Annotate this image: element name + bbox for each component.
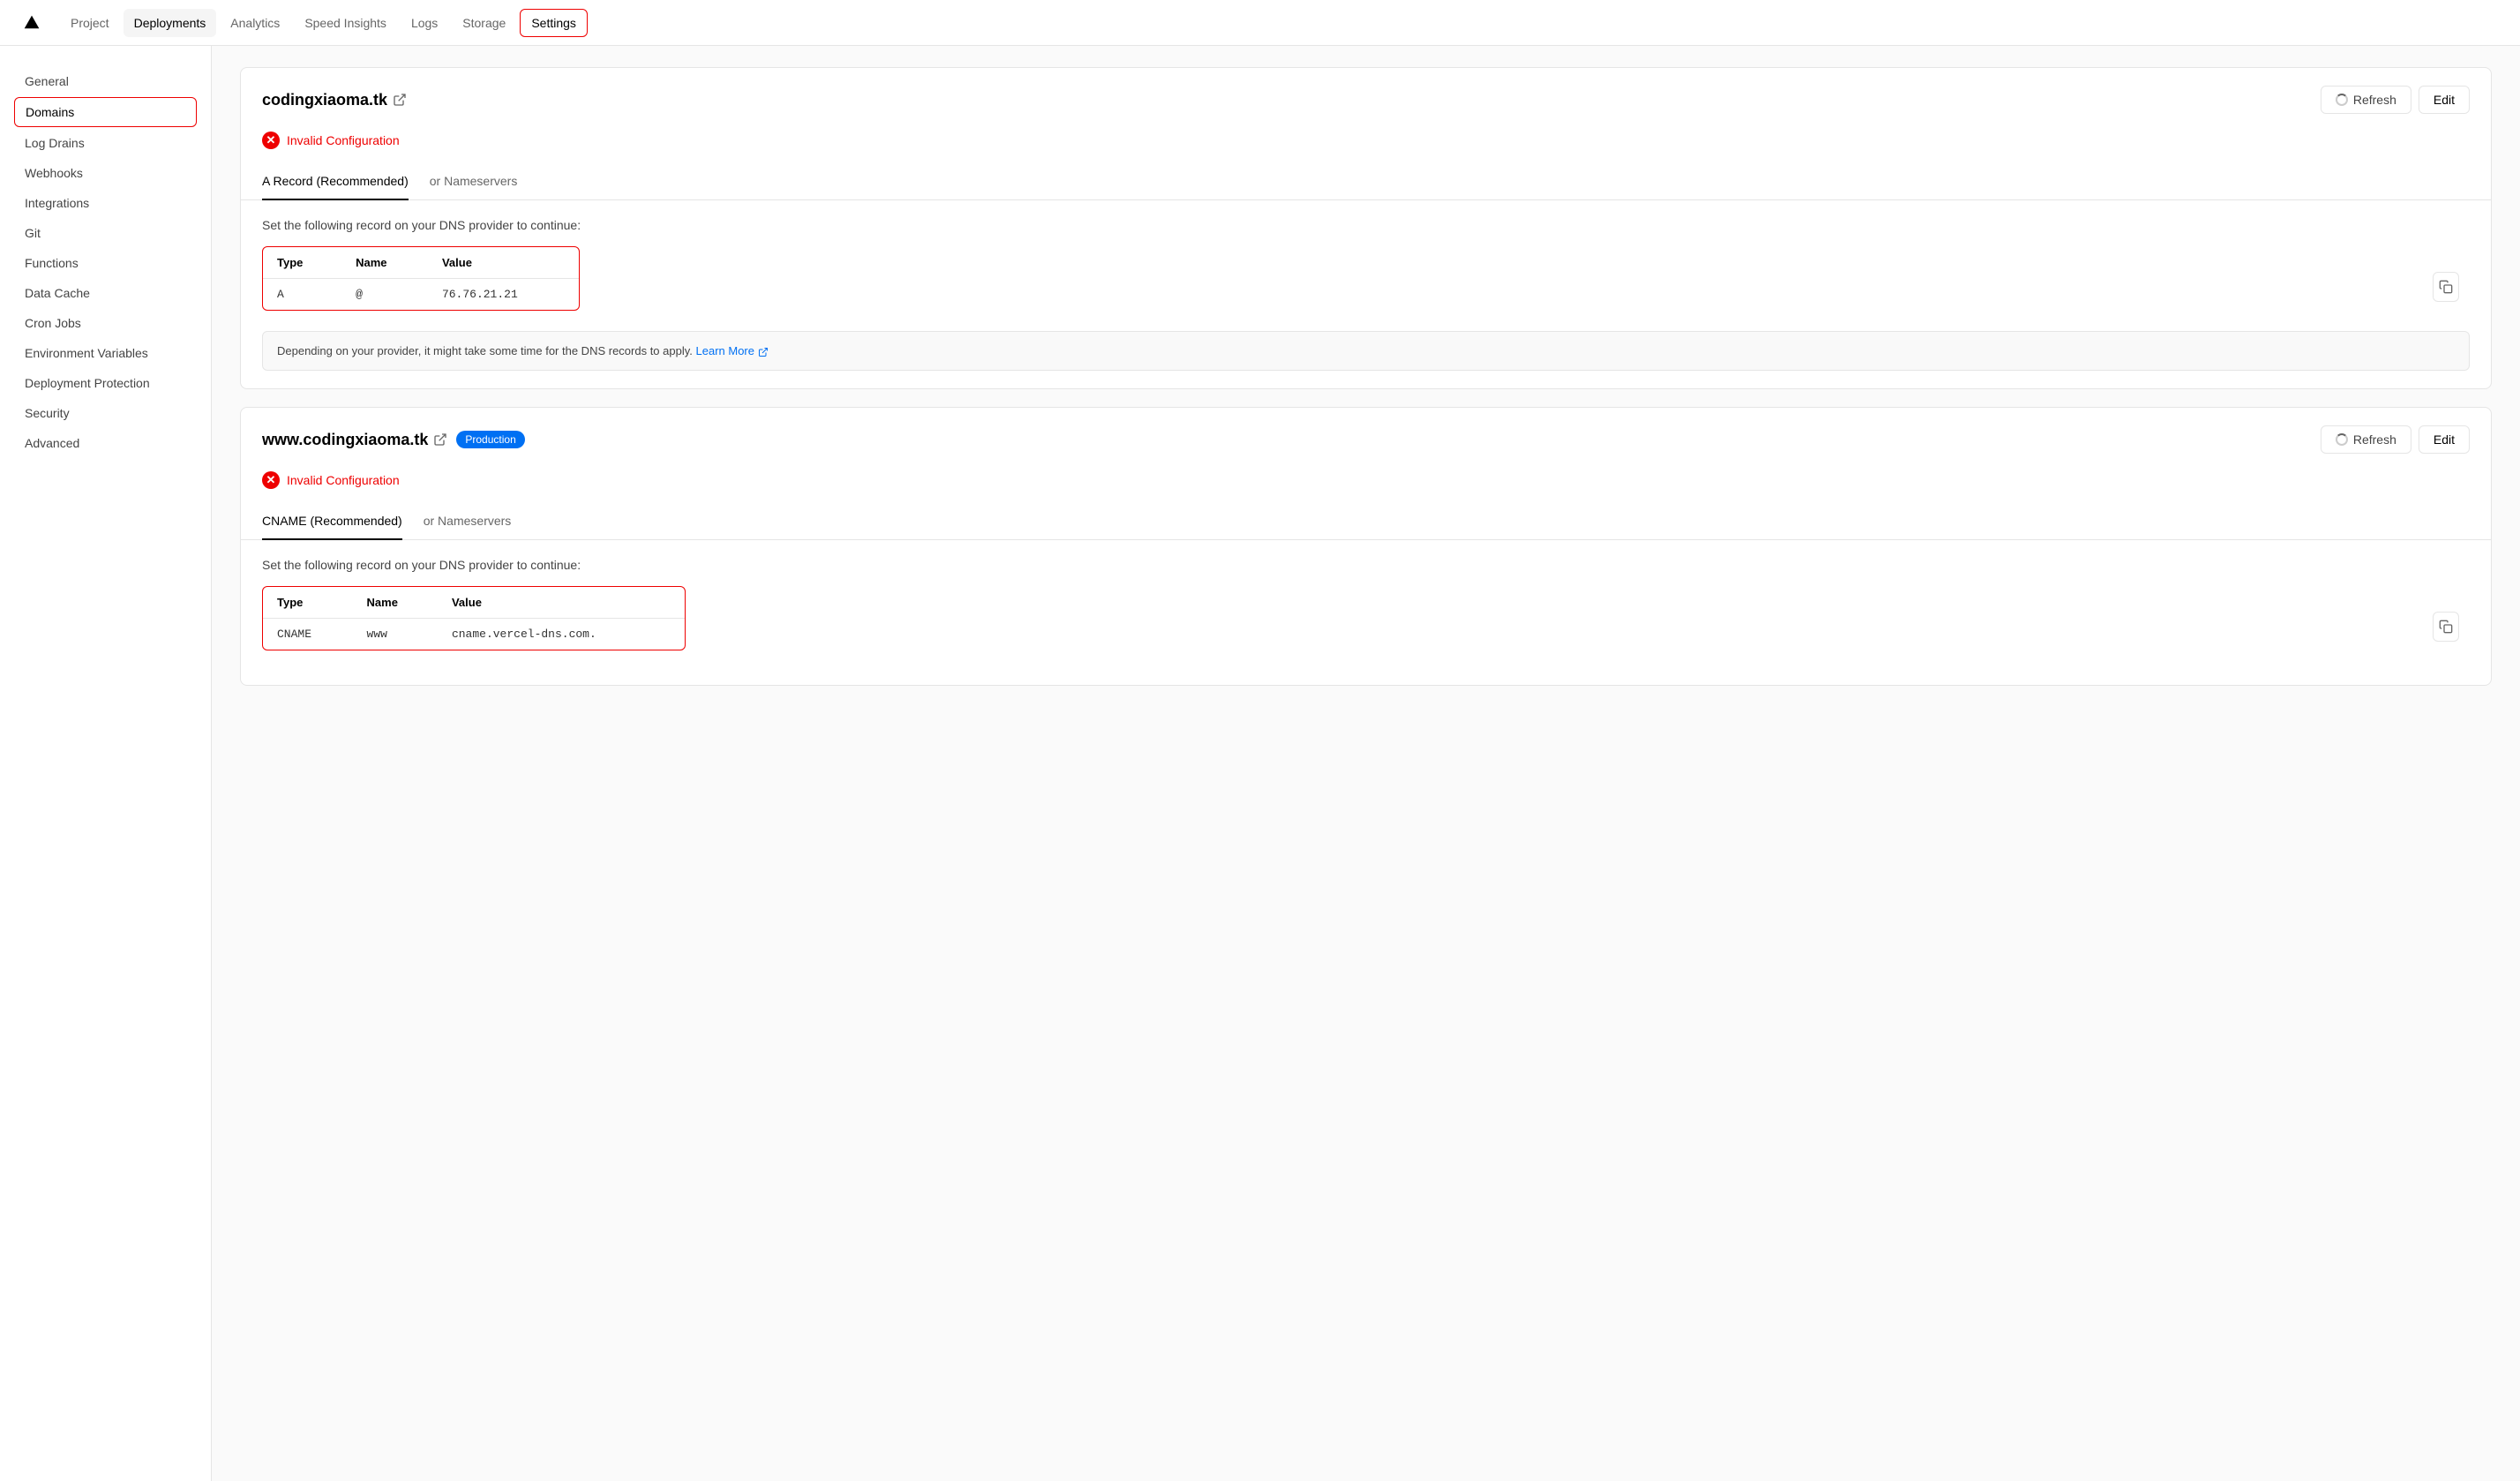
dns-table-2: Type Name Value CNAME www cname.vercel-d… bbox=[263, 587, 685, 650]
domain-card-2: www.codingxiaoma.tk Production Refresh bbox=[240, 407, 2492, 686]
domain-2-dns-content: Set the following record on your DNS pro… bbox=[241, 540, 2491, 685]
refresh-label-1: Refresh bbox=[2353, 93, 2396, 107]
col-name-2: Name bbox=[353, 587, 438, 619]
dns-row-2-1: CNAME www cname.vercel-dns.com. bbox=[263, 619, 685, 650]
dns-cell-type-1-1: A bbox=[263, 279, 341, 311]
sidebar-item-general[interactable]: General bbox=[14, 67, 197, 95]
col-type-2: Type bbox=[263, 587, 353, 619]
domain-2-title: www.codingxiaoma.tk Production bbox=[262, 431, 525, 449]
nav-item-speed-insights[interactable]: Speed Insights bbox=[294, 9, 397, 37]
nav-item-project[interactable]: Project bbox=[60, 9, 120, 37]
nav-item-logs[interactable]: Logs bbox=[401, 9, 448, 37]
domain-1-tabs: A Record (Recommended) or Nameservers bbox=[241, 163, 2491, 200]
page-layout: General Domains Log Drains Webhooks Inte… bbox=[0, 46, 2520, 1481]
copy-icon-2 bbox=[2439, 620, 2453, 634]
nav-item-deployments[interactable]: Deployments bbox=[124, 9, 217, 37]
production-badge: Production bbox=[456, 431, 524, 448]
copy-button-1[interactable] bbox=[2433, 272, 2459, 302]
domain-card-2-header: www.codingxiaoma.tk Production Refresh bbox=[241, 408, 2491, 468]
domain-2-link[interactable]: www.codingxiaoma.tk bbox=[262, 431, 447, 449]
dns-row-1-1: A @ 76.76.21.21 bbox=[263, 279, 579, 311]
col-value-2: Value bbox=[438, 587, 685, 619]
refresh-spinner-2 bbox=[2336, 433, 2348, 446]
refresh-button-1[interactable]: Refresh bbox=[2321, 86, 2411, 114]
sidebar-item-log-drains[interactable]: Log Drains bbox=[14, 129, 197, 157]
info-text-1: Depending on your provider, it might tak… bbox=[277, 344, 693, 357]
sidebar-item-integrations[interactable]: Integrations bbox=[14, 189, 197, 217]
dns-table-1: Type Name Value A @ 76.76.21.21 bbox=[263, 247, 579, 310]
sidebar-item-webhooks[interactable]: Webhooks bbox=[14, 159, 197, 187]
dns-cell-name-2-1: www bbox=[353, 619, 438, 650]
copy-icon-1 bbox=[2439, 280, 2453, 294]
domain-2-name: www.codingxiaoma.tk bbox=[262, 431, 428, 449]
top-navigation: Project Deployments Analytics Speed Insi… bbox=[0, 0, 2520, 46]
dns-cell-value-2-1: cname.vercel-dns.com. bbox=[438, 619, 685, 650]
sidebar-item-functions[interactable]: Functions bbox=[14, 249, 197, 277]
edit-button-2[interactable]: Edit bbox=[2419, 425, 2470, 454]
sidebar-item-cron-jobs[interactable]: Cron Jobs bbox=[14, 309, 197, 337]
dns-instruction-2: Set the following record on your DNS pro… bbox=[262, 558, 2470, 572]
dns-instruction-1: Set the following record on your DNS pro… bbox=[262, 218, 2470, 232]
sidebar-item-data-cache[interactable]: Data Cache bbox=[14, 279, 197, 307]
learn-more-link-1[interactable]: Learn More bbox=[696, 344, 769, 357]
refresh-button-2[interactable]: Refresh bbox=[2321, 425, 2411, 454]
learn-more-icon-1 bbox=[758, 347, 769, 357]
error-icon-1: ✕ bbox=[262, 132, 280, 149]
error-icon-2: ✕ bbox=[262, 471, 280, 489]
dns-table-wrapper-1: Type Name Value A @ 76.76.21.21 bbox=[262, 246, 2470, 327]
domain-1-name: codingxiaoma.tk bbox=[262, 91, 387, 109]
learn-more-text-1: Learn More bbox=[696, 344, 754, 357]
main-content: codingxiaoma.tk Refresh Edit bbox=[212, 46, 2520, 1481]
domain-2-error: ✕ Invalid Configuration bbox=[241, 468, 2491, 503]
sidebar-item-domains[interactable]: Domains bbox=[14, 97, 197, 127]
domain-1-error: ✕ Invalid Configuration bbox=[241, 128, 2491, 163]
dns-cell-type-2-1: CNAME bbox=[263, 619, 353, 650]
edit-button-1[interactable]: Edit bbox=[2419, 86, 2470, 114]
dns-table-container-2: Type Name Value CNAME www cname.vercel-d… bbox=[262, 586, 686, 650]
sidebar-item-environment-variables[interactable]: Environment Variables bbox=[14, 339, 197, 367]
nav-item-storage[interactable]: Storage bbox=[452, 9, 516, 37]
external-link-icon-1 bbox=[393, 93, 407, 107]
info-box-1: Depending on your provider, it might tak… bbox=[262, 331, 2470, 371]
sidebar: General Domains Log Drains Webhooks Inte… bbox=[0, 46, 212, 1481]
error-text-1: Invalid Configuration bbox=[287, 133, 400, 147]
copy-button-2[interactable] bbox=[2433, 612, 2459, 642]
sidebar-item-advanced[interactable]: Advanced bbox=[14, 429, 197, 457]
col-type-1: Type bbox=[263, 247, 341, 279]
nav-items: Project Deployments Analytics Speed Insi… bbox=[60, 0, 588, 45]
domain-card-1: codingxiaoma.tk Refresh Edit bbox=[240, 67, 2492, 389]
logo[interactable] bbox=[21, 12, 42, 34]
col-value-1: Value bbox=[428, 247, 579, 279]
nav-item-settings[interactable]: Settings bbox=[520, 9, 588, 37]
refresh-spinner-1 bbox=[2336, 94, 2348, 106]
dns-table-container-1: Type Name Value A @ 76.76.21.21 bbox=[262, 246, 580, 311]
domain-1-actions: Refresh Edit bbox=[2321, 86, 2470, 114]
nav-item-analytics[interactable]: Analytics bbox=[220, 9, 290, 37]
domain-1-dns-content: Set the following record on your DNS pro… bbox=[241, 200, 2491, 388]
refresh-label-2: Refresh bbox=[2353, 432, 2396, 447]
tab-a-record-1[interactable]: A Record (Recommended) bbox=[262, 163, 409, 200]
tab-nameservers-1[interactable]: or Nameservers bbox=[430, 163, 518, 200]
sidebar-item-security[interactable]: Security bbox=[14, 399, 197, 427]
tab-cname-2[interactable]: CNAME (Recommended) bbox=[262, 503, 402, 540]
dns-cell-value-1-1: 76.76.21.21 bbox=[428, 279, 579, 311]
col-name-1: Name bbox=[341, 247, 428, 279]
domain-1-link[interactable]: codingxiaoma.tk bbox=[262, 91, 407, 109]
sidebar-item-git[interactable]: Git bbox=[14, 219, 197, 247]
error-text-2: Invalid Configuration bbox=[287, 473, 400, 487]
domain-1-title: codingxiaoma.tk bbox=[262, 91, 407, 109]
external-link-icon-2 bbox=[433, 432, 447, 447]
domain-card-1-header: codingxiaoma.tk Refresh Edit bbox=[241, 68, 2491, 128]
domain-2-actions: Refresh Edit bbox=[2321, 425, 2470, 454]
sidebar-item-deployment-protection[interactable]: Deployment Protection bbox=[14, 369, 197, 397]
dns-cell-name-1-1: @ bbox=[341, 279, 428, 311]
domain-2-tabs: CNAME (Recommended) or Nameservers bbox=[241, 503, 2491, 540]
tab-nameservers-2[interactable]: or Nameservers bbox=[424, 503, 512, 540]
dns-table-wrapper-2: Type Name Value CNAME www cname.vercel-d… bbox=[262, 586, 2470, 667]
